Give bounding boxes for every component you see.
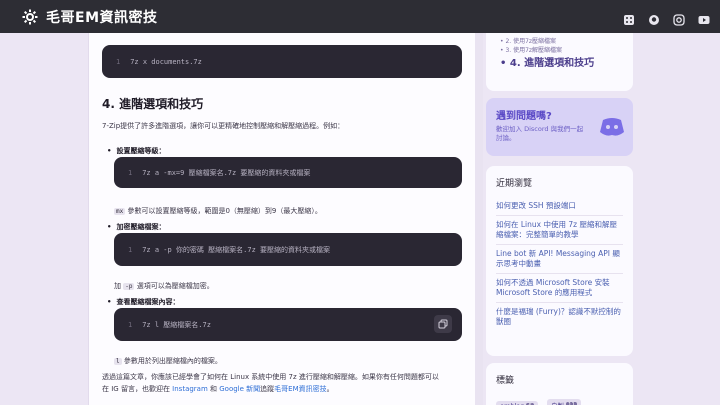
copy-code-button[interactable]	[434, 315, 452, 333]
item-note: l 參數用於列出壓縮檔內的檔案。	[114, 356, 222, 366]
item-title: 查看壓縮檔案內容：	[107, 297, 179, 307]
copy-icon	[438, 319, 448, 329]
github-icon[interactable]	[648, 11, 660, 25]
code-text: 7z a -p 你的密碼 壓縮檔案名.7z 要壓縮的資料夾或檔案	[142, 245, 331, 254]
closing-fragment: 在 IG 留言，也歡迎在	[102, 385, 173, 393]
note-prefix: 加	[114, 282, 124, 290]
note-text: 參數用於列出壓縮檔內的檔案。	[121, 357, 222, 365]
gear-icon	[22, 9, 38, 24]
tags-card: 標籤 emblog6 自製11	[486, 363, 633, 405]
code-text: 7z x documents.7z	[130, 57, 202, 66]
code-block: 1 7z a -p 你的密碼 壓縮檔案名.7z 要壓縮的資料夾或檔案	[114, 233, 462, 266]
closing-fragment: 和	[207, 385, 220, 393]
closing-fragment: 。	[326, 385, 334, 393]
recent-item[interactable]: 如何更改 SSH 預設端口	[496, 197, 623, 216]
recent-title: 近期瀏覽	[496, 179, 533, 189]
closing-text: 透過這篇文章，你應該已經學會了如何在 Linux 系統中使用 7z 進行壓縮和解…	[102, 373, 439, 381]
discord-card[interactable]: 遇到問題嗎? 歡迎加入 Discord 與我們一起討論。	[486, 98, 633, 156]
tag[interactable]: 自製11	[546, 399, 581, 405]
section-heading: 4. 進階選項和技巧	[102, 97, 204, 111]
item-note: 加 -p 選項可以為壓縮檔加密。	[114, 281, 214, 291]
note-text: 選項可以為壓縮檔加密。	[134, 282, 214, 290]
code-block: 1 7z l 壓縮檔案名.7z	[114, 308, 462, 341]
inline-code: -p	[123, 283, 135, 290]
closing-fragment: 追蹤	[260, 385, 275, 393]
youtube-icon[interactable]	[698, 11, 710, 24]
scrollbar[interactable]	[475, 33, 483, 405]
recent-item[interactable]: 如何不透過 Microsoft Store 安裝 Microsoft Store…	[496, 274, 623, 303]
instagram-icon[interactable]	[673, 11, 685, 26]
recent-item[interactable]: 什麼是福瑞 (Furry)？認識不默控制的獸圈	[496, 303, 623, 331]
toc-item[interactable]: • 2. 使用7z壓縮檔案	[500, 37, 623, 46]
dice-icon[interactable]	[623, 11, 635, 25]
note-text: 參數可以設置壓縮等級，範圍是0（無壓縮）到9（最大壓縮）。	[125, 207, 322, 215]
toc-item-active[interactable]: • 4. 進階選項和技巧	[500, 58, 623, 70]
item-title: 加密壓縮檔案：	[107, 222, 165, 232]
intro-text: 7-Zip提供了許多進階選項，讓你可以更精確地控制壓縮和解壓縮過程。例如：	[102, 122, 345, 130]
site-logo[interactable]: 毛哥EM資訊密技	[22, 7, 158, 27]
code-text: 7z l 壓縮檔案名.7z	[142, 320, 211, 329]
tags-title: 標籤	[496, 376, 515, 386]
top-bar: 毛哥EM資訊密技	[0, 0, 720, 33]
item-title: 設置壓縮等級：	[107, 146, 165, 156]
table-of-contents: • 2. 使用7z壓縮檔案 • 3. 使用7z解壓縮檔案 • 4. 進階選項和技…	[486, 33, 633, 91]
closing-text: 在 IG 留言，也歡迎在 Instagram 和 Google 新聞追蹤毛哥EM…	[102, 384, 334, 394]
google-news-link[interactable]: Google 新聞	[219, 385, 260, 393]
inline-code: mx	[114, 208, 126, 215]
line-number: 1	[128, 168, 133, 177]
discord-icon	[600, 118, 624, 136]
article-content: 1 7z x documents.7z 4. 進階選項和技巧 7-Zip提供了許…	[88, 33, 475, 405]
toc-item[interactable]: • 3. 使用7z解壓縮檔案	[500, 46, 623, 55]
recent-posts: 近期瀏覽 如何更改 SSH 預設端口 如何在 Linux 中使用 7z 壓縮和解…	[486, 166, 633, 356]
site-link[interactable]: 毛哥EM資訊密技	[274, 385, 326, 393]
line-number: 1	[116, 57, 121, 66]
recent-item[interactable]: Line bot 新 API! Messaging API 顯示思考中動畫	[496, 245, 623, 274]
tag-label: 自製	[551, 400, 564, 405]
line-number: 1	[128, 245, 133, 254]
line-number: 1	[128, 320, 133, 329]
recent-item[interactable]: 如何在 Linux 中使用 7z 壓縮和解壓縮檔案：完整簡單的教學	[496, 216, 623, 245]
inline-code: l	[114, 358, 122, 365]
instagram-link[interactable]: Instagram	[172, 385, 208, 393]
code-block: 1 7z x documents.7z	[102, 45, 462, 78]
code-text: 7z a -mx=9 壓縮檔案名.7z 要壓縮的資料夾或檔案	[142, 168, 311, 177]
item-note: mx 參數可以設置壓縮等級，範圍是0（無壓縮）到9（最大壓縮）。	[114, 206, 322, 216]
card-subtitle: 歡迎加入 Discord 與我們一起討論。	[496, 125, 584, 142]
tag[interactable]: emblog6	[496, 401, 538, 405]
site-title: 毛哥EM資訊密技	[46, 9, 158, 26]
code-block: 1 7z a -mx=9 壓縮檔案名.7z 要壓縮的資料夾或檔案	[114, 157, 462, 188]
